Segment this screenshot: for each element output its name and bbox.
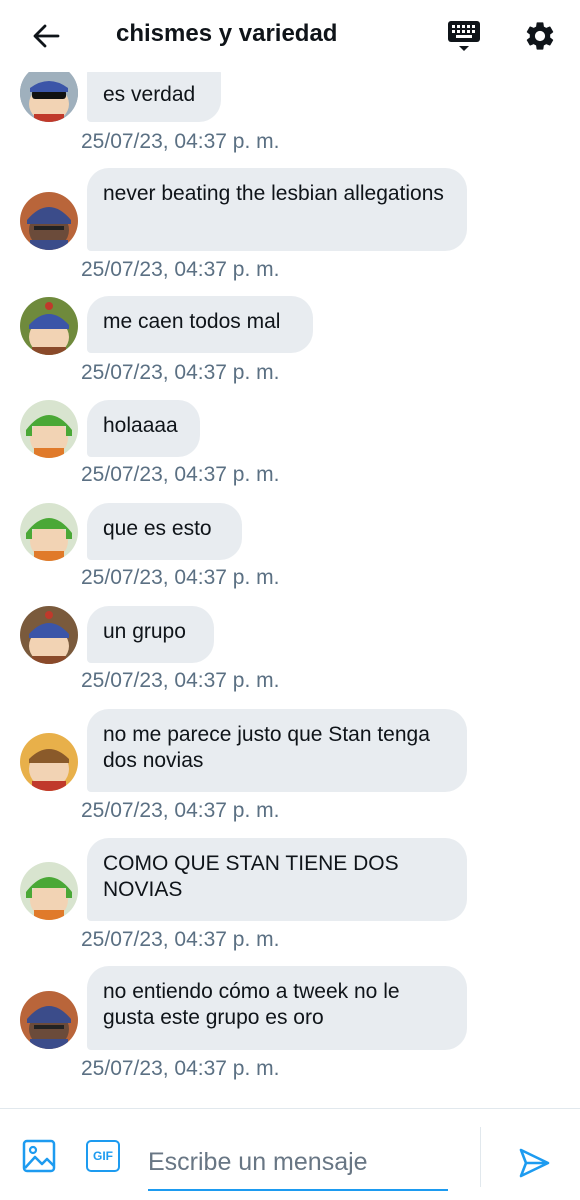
back-button[interactable]	[28, 18, 64, 54]
message-timestamp: 25/07/23, 04:37 p. m.	[81, 258, 280, 281]
send-icon	[519, 1148, 550, 1178]
kyle-icon	[20, 503, 78, 561]
message-timestamp: 25/07/23, 04:37 p. m.	[81, 669, 280, 692]
kyle-icon	[20, 400, 78, 458]
keyboard-icon	[448, 21, 480, 51]
craig-icon	[20, 991, 78, 1049]
avatar[interactable]	[20, 64, 78, 122]
chat-screen: es verdad 25/07/23, 04:37 p. m. never be…	[0, 0, 580, 1200]
message-text: never beating the lesbian allegations	[103, 182, 444, 205]
message-timestamp: 25/07/23, 04:37 p. m.	[81, 799, 280, 822]
message-bubble[interactable]: me caen todos mal	[87, 296, 313, 353]
avatar[interactable]	[20, 400, 78, 458]
page-title: chismes y variedad	[116, 20, 338, 47]
message-input[interactable]	[148, 1135, 448, 1191]
settings-button[interactable]	[520, 16, 560, 56]
message-bubble[interactable]: COMO QUE STAN TIENE DOS NOVIAS	[87, 838, 467, 921]
message-list[interactable]: es verdad 25/07/23, 04:37 p. m. never be…	[0, 0, 580, 1108]
message-text: es verdad	[103, 83, 196, 106]
message-timestamp: 25/07/23, 04:37 p. m.	[81, 463, 280, 486]
gif-icon: GIF	[86, 1140, 120, 1172]
message-bubble[interactable]: never beating the lesbian allegations	[87, 168, 467, 251]
message-text: COMO QUE STAN TIENE DOS NOVIAS	[103, 852, 399, 901]
arrow-left-icon	[33, 24, 60, 48]
message-timestamp: 25/07/23, 04:37 p. m.	[81, 928, 280, 951]
add-gif-button[interactable]: GIF	[84, 1137, 122, 1175]
send-button[interactable]	[514, 1143, 554, 1183]
chat-header: chismes y variedad	[0, 0, 580, 72]
image-icon	[22, 1139, 56, 1173]
gear-icon	[526, 22, 554, 50]
message-text: un grupo	[103, 620, 186, 643]
message-composer: GIF	[0, 1108, 580, 1200]
keyboard-shortcuts-button[interactable]	[444, 16, 484, 56]
clyde-icon	[20, 733, 78, 791]
stan-icon	[20, 297, 78, 355]
avatar[interactable]	[20, 991, 78, 1049]
message-bubble[interactable]: holaaaa	[87, 400, 200, 457]
stan-icon	[20, 606, 78, 664]
avatar[interactable]	[20, 733, 78, 791]
message-bubble[interactable]: no entiendo cómo a tweek no le gusta est…	[87, 966, 467, 1050]
message-timestamp: 25/07/23, 04:37 p. m.	[81, 130, 280, 153]
composer-divider	[480, 1127, 481, 1187]
avatar[interactable]	[20, 503, 78, 561]
message-timestamp: 25/07/23, 04:37 p. m.	[81, 566, 280, 589]
message-text: holaaaa	[103, 414, 178, 437]
message-bubble[interactable]: un grupo	[87, 606, 214, 663]
add-image-button[interactable]	[20, 1137, 58, 1175]
message-text: que es esto	[103, 517, 212, 540]
avatar[interactable]	[20, 862, 78, 920]
message-bubble[interactable]: no me parece justo que Stan tenga dos no…	[87, 709, 467, 792]
message-text: no me parece justo que Stan tenga dos no…	[103, 723, 430, 772]
avatar[interactable]	[20, 297, 78, 355]
message-bubble[interactable]: que es esto	[87, 503, 242, 560]
message-timestamp: 25/07/23, 04:37 p. m.	[81, 361, 280, 384]
craig-icon	[20, 192, 78, 250]
stan-icon	[20, 64, 78, 122]
avatar[interactable]	[20, 606, 78, 664]
kyle-icon	[20, 862, 78, 920]
message-text: me caen todos mal	[103, 310, 281, 333]
avatar[interactable]	[20, 192, 78, 250]
message-timestamp: 25/07/23, 04:37 p. m.	[81, 1057, 280, 1080]
message-text: no entiendo cómo a tweek no le gusta est…	[103, 980, 400, 1029]
